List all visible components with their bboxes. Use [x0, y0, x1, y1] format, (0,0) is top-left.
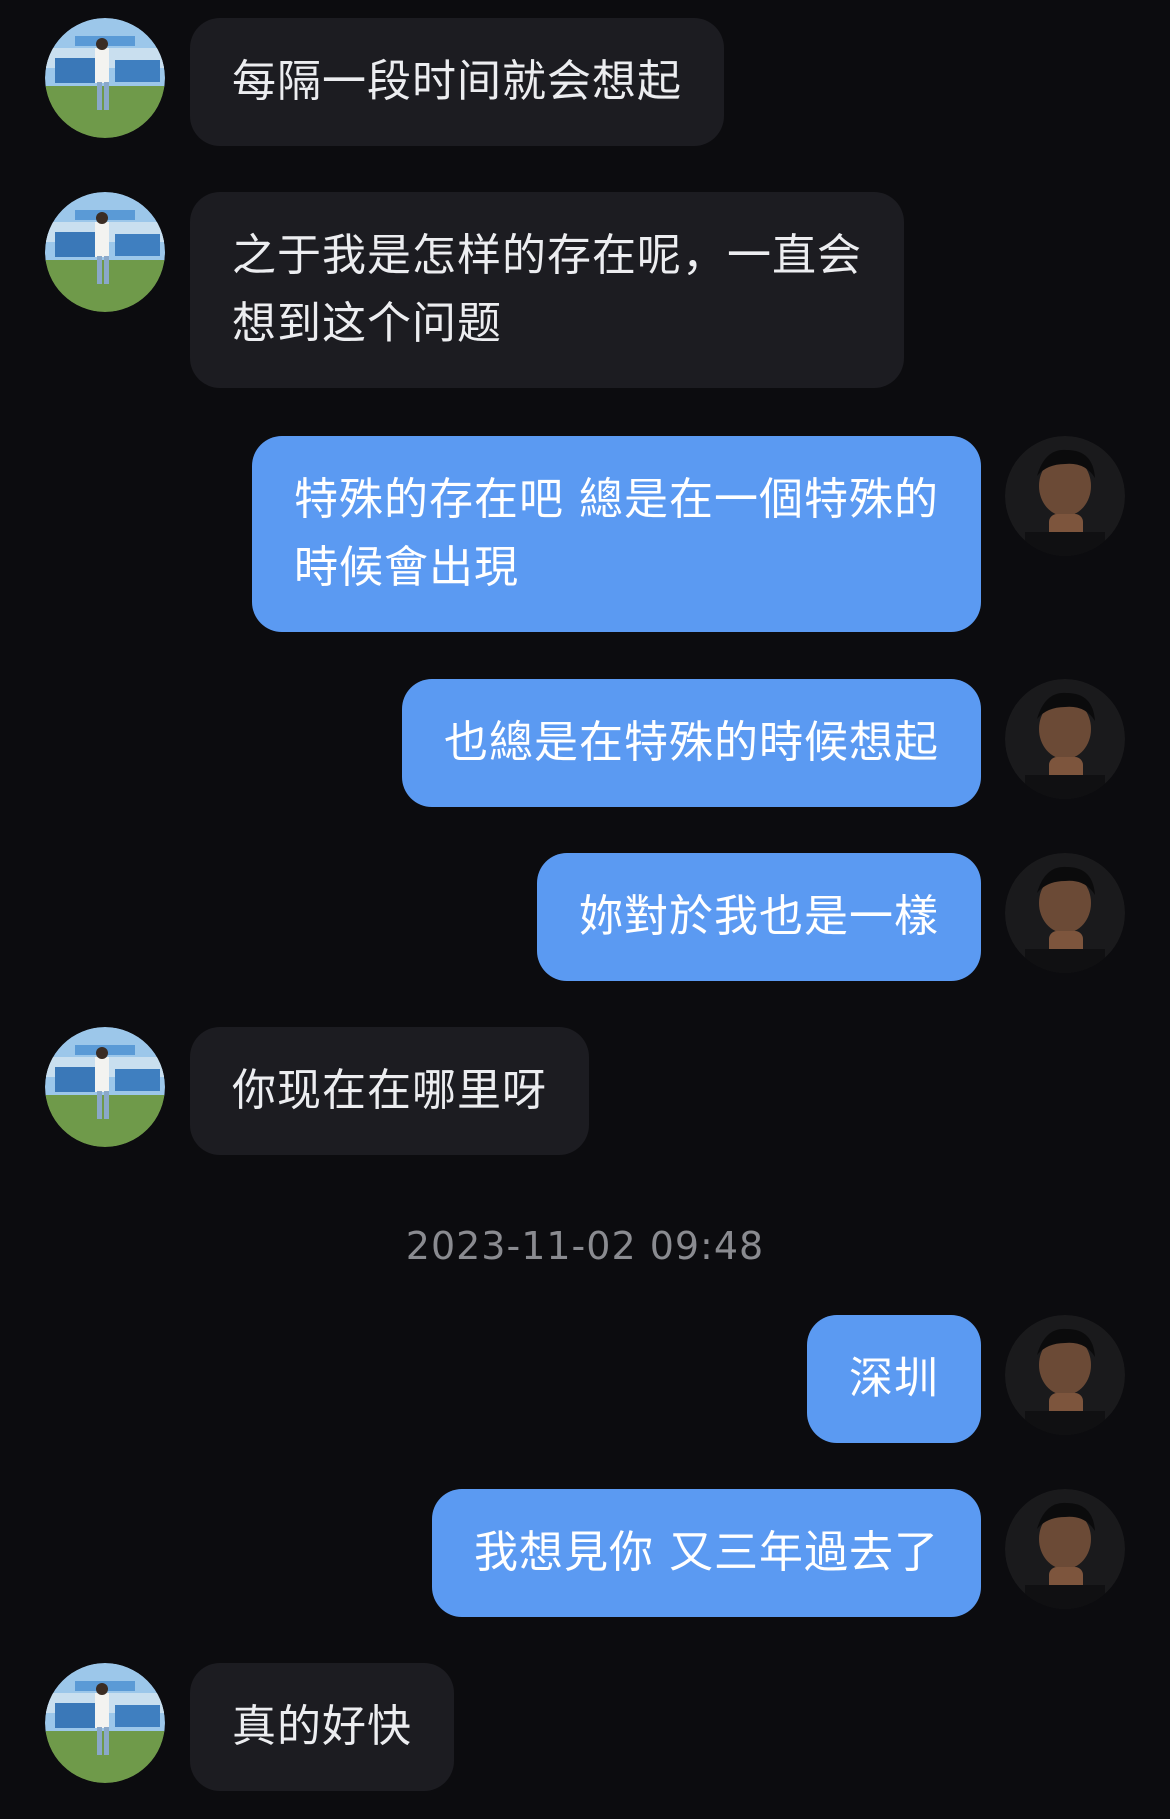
message-bubble[interactable]: 妳對於我也是一樣	[537, 853, 981, 981]
timestamp-divider: 2023-11-02 09:48	[405, 1224, 765, 1268]
contact-avatar-me[interactable]	[1005, 1315, 1125, 1435]
message-bubble[interactable]: 你现在在哪里呀	[190, 1027, 589, 1155]
avatar-photo-girl-field-icon	[45, 1663, 165, 1783]
contact-avatar-me[interactable]	[1005, 679, 1125, 799]
avatar-photo-girl-field-icon	[45, 18, 165, 138]
message-bubble[interactable]: 特殊的存在吧 總是在一個特殊的 時候會出現	[252, 436, 981, 632]
contact-avatar-her[interactable]	[45, 1027, 165, 1147]
contact-avatar-her[interactable]	[45, 192, 165, 312]
contact-avatar-her[interactable]	[45, 18, 165, 138]
message-bubble[interactable]: 深圳	[807, 1315, 981, 1443]
contact-avatar-me[interactable]	[1005, 436, 1125, 556]
avatar-photo-man-dark-icon	[1005, 679, 1125, 799]
avatar-photo-girl-field-icon	[45, 192, 165, 312]
avatar-photo-man-dark-icon	[1005, 436, 1125, 556]
contact-avatar-me[interactable]	[1005, 853, 1125, 973]
message-bubble[interactable]: 真的好快	[190, 1663, 454, 1791]
avatar-photo-man-dark-icon	[1005, 1315, 1125, 1435]
message-bubble[interactable]: 之于我是怎样的存在呢，一直会 想到这个问题	[190, 192, 904, 388]
avatar-photo-girl-field-icon	[45, 1027, 165, 1147]
avatar-photo-man-dark-icon	[1005, 1489, 1125, 1609]
message-bubble[interactable]: 也總是在特殊的時候想起	[402, 679, 981, 807]
message-bubble[interactable]: 我想見你 又三年過去了	[432, 1489, 981, 1617]
message-bubble[interactable]: 每隔一段时间就会想起	[190, 18, 724, 146]
contact-avatar-her[interactable]	[45, 1663, 165, 1783]
contact-avatar-me[interactable]	[1005, 1489, 1125, 1609]
avatar-photo-man-dark-icon	[1005, 853, 1125, 973]
